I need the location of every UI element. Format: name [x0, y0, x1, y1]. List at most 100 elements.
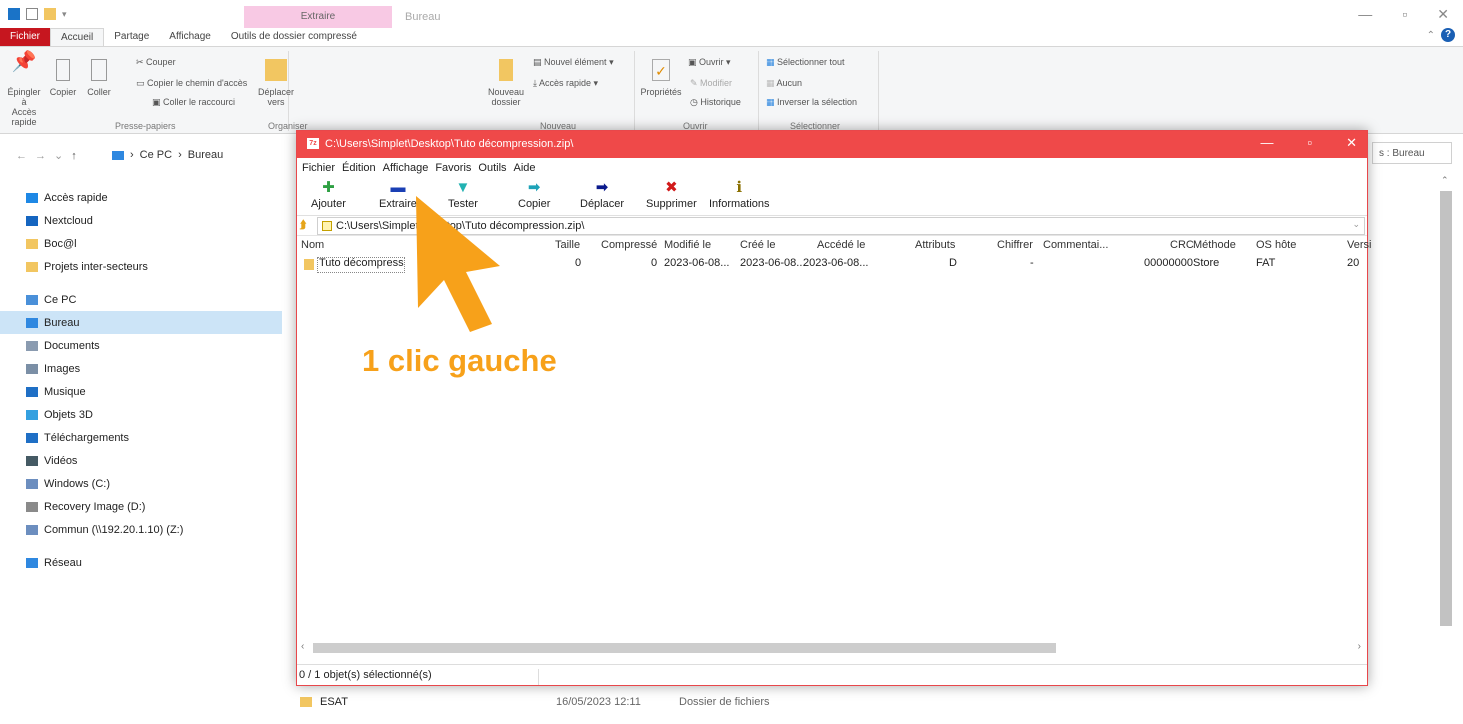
- recent-dropdown-icon[interactable]: ⌄: [54, 150, 71, 162]
- new-folder-qat-icon[interactable]: [44, 8, 56, 20]
- add-button[interactable]: ✚ Ajouter: [311, 178, 346, 210]
- sidebar-item[interactable]: Accès rapide: [16, 186, 282, 209]
- maximize-icon[interactable]: ▫: [1402, 6, 1407, 23]
- chevron-down-icon[interactable]: ⌄: [1352, 219, 1360, 230]
- new-item-button[interactable]: ▤ Nouvel élément ▾: [533, 57, 614, 68]
- tab-accueil[interactable]: Accueil: [50, 28, 105, 46]
- cell-name[interactable]: Tuto décompress: [319, 257, 404, 269]
- maximize-icon[interactable]: ▫: [1307, 135, 1312, 151]
- tab-partage[interactable]: Partage: [104, 28, 159, 46]
- sidebar-item[interactable]: Documents: [16, 334, 282, 357]
- tab-outils-dossier-compresse[interactable]: Outils de dossier compressé: [221, 28, 367, 46]
- sidebar-item[interactable]: Commun (\\192.20.1.10) (Z:): [16, 518, 282, 541]
- back-arrow-icon[interactable]: ←: [16, 150, 35, 162]
- copy-button[interactable]: ➡ Copier: [518, 178, 550, 210]
- tab-affichage[interactable]: Affichage: [159, 28, 221, 46]
- column-header[interactable]: Méthode: [1193, 239, 1236, 251]
- close-icon[interactable]: ✕: [1437, 6, 1449, 23]
- menu-edition[interactable]: Édition: [342, 162, 376, 174]
- up-arrow-icon[interactable]: ↑: [71, 150, 85, 162]
- column-header[interactable]: Commentai...: [1043, 239, 1108, 251]
- breadcrumb-item[interactable]: Bureau: [188, 149, 223, 161]
- sidebar-item[interactable]: Recovery Image (D:): [16, 495, 282, 518]
- easy-access-button[interactable]: ⤓ Accès rapide ▾: [533, 78, 598, 89]
- move-to-button[interactable]: Déplacer vers: [258, 57, 294, 107]
- sidebar-item-label: Boc@l: [44, 237, 77, 250]
- pin-quick-access-button[interactable]: 📌 Épingler à Accès rapide: [4, 52, 44, 127]
- horizontal-scrollbar[interactable]: ‹ ›: [297, 640, 1367, 656]
- forward-arrow-icon[interactable]: →: [35, 150, 54, 162]
- move-button[interactable]: ➡ Déplacer: [580, 178, 624, 210]
- menu-favoris[interactable]: Favoris: [435, 162, 471, 174]
- sidebar-item[interactable]: Nextcloud: [16, 209, 282, 232]
- sidebar-item[interactable]: Images: [16, 357, 282, 380]
- copy-path-button[interactable]: ▭ Copier le chemin d'accès: [136, 78, 247, 89]
- tutorial-arrow-icon: [416, 196, 500, 332]
- tab-fichier[interactable]: Fichier: [0, 28, 51, 46]
- minimize-icon[interactable]: —: [1260, 135, 1273, 151]
- sidebar-item[interactable]: Vidéos: [16, 449, 282, 472]
- paste-shortcut-icon: ▣: [152, 97, 164, 107]
- sidebar-item[interactable]: Projets inter-secteurs: [16, 255, 282, 278]
- close-icon[interactable]: ✕: [1346, 135, 1357, 151]
- column-header[interactable]: Chiffrer: [997, 239, 1033, 251]
- menu-aide[interactable]: Aide: [514, 162, 536, 174]
- history-button[interactable]: ◷ Historique: [690, 97, 741, 108]
- properties-qat-icon[interactable]: [26, 8, 38, 20]
- paste-button[interactable]: Coller: [82, 57, 116, 97]
- sidebar-item[interactable]: Musique: [16, 380, 282, 403]
- up-folder-icon[interactable]: ⮭: [300, 219, 307, 232]
- minimize-icon[interactable]: —: [1358, 6, 1372, 23]
- column-header[interactable]: CRC: [1170, 239, 1194, 251]
- scroll-right-icon[interactable]: ›: [1358, 641, 1361, 652]
- open-button[interactable]: ▣ Ouvrir ▾: [688, 57, 731, 68]
- help-icon[interactable]: ?: [1441, 28, 1455, 42]
- sidebar-item[interactable]: Téléchargements: [16, 426, 282, 449]
- info-button[interactable]: ℹ Informations: [709, 178, 770, 210]
- vertical-scrollbar[interactable]: ⌃: [1437, 175, 1455, 720]
- sidebar-item[interactable]: Boc@l: [16, 232, 282, 255]
- cut-button[interactable]: ✂ Couper: [136, 57, 176, 68]
- move-arrow-icon: ➡: [595, 179, 609, 196]
- column-header[interactable]: Versi: [1347, 239, 1371, 251]
- cube-icon: [26, 409, 38, 420]
- properties-button[interactable]: ✓ Propriétés: [638, 57, 684, 97]
- paste-shortcut-button[interactable]: ▣ Coller le raccourci: [152, 97, 235, 108]
- column-header[interactable]: Taille: [555, 239, 580, 251]
- menu-outils[interactable]: Outils: [478, 162, 506, 174]
- menu-fichier[interactable]: Fichier: [302, 162, 335, 174]
- scroll-left-icon[interactable]: ‹: [301, 641, 304, 652]
- scrollbar-thumb[interactable]: [1440, 191, 1452, 626]
- breadcrumb-item[interactable]: Ce PC: [140, 149, 172, 161]
- scroll-up-icon[interactable]: ⌃: [1441, 175, 1449, 186]
- column-header[interactable]: Accédé le: [817, 239, 865, 251]
- ribbon-tabs: Fichier Accueil Partage Affichage Outils…: [0, 28, 1463, 46]
- sidebar-item[interactable]: Windows (C:): [16, 472, 282, 495]
- column-header[interactable]: Compressé: [601, 239, 657, 251]
- column-header[interactable]: Modifié le: [664, 239, 711, 251]
- list-item[interactable]: ESAT 16/05/2023 12:11 Dossier de fichier…: [300, 692, 900, 712]
- select-none-button[interactable]: ▦ Aucun: [766, 78, 802, 89]
- edit-button[interactable]: ✎ Modifier: [690, 78, 732, 89]
- column-header[interactable]: Nom: [301, 239, 324, 251]
- delete-button[interactable]: ✖ Supprimer: [646, 178, 697, 210]
- qat-dropdown-icon[interactable]: ▾: [62, 9, 67, 20]
- sidebar-item[interactable]: Réseau: [16, 551, 282, 574]
- column-header[interactable]: OS hôte: [1256, 239, 1296, 251]
- scrollbar-thumb[interactable]: [313, 643, 1056, 653]
- column-header[interactable]: Créé le: [740, 239, 775, 251]
- sidebar-item[interactable]: Ce PC: [16, 288, 282, 311]
- cell-attributes: D: [949, 257, 957, 269]
- invert-selection-button[interactable]: ▦ Inverser la sélection: [766, 97, 857, 108]
- select-all-button[interactable]: ▦ Sélectionner tout: [766, 57, 845, 68]
- menu-affichage[interactable]: Affichage: [383, 162, 429, 174]
- ribbon-collapse-icon[interactable]: ⌃: [1427, 30, 1435, 41]
- sidebar-item[interactable]: Objets 3D: [16, 403, 282, 426]
- column-header[interactable]: Attributs: [915, 239, 955, 251]
- search-input[interactable]: s : Bureau: [1372, 142, 1452, 164]
- network-drive-icon: [26, 524, 38, 535]
- copy-button[interactable]: Copier: [46, 57, 80, 97]
- new-folder-button[interactable]: Nouveau dossier: [486, 57, 526, 107]
- sidebar-item[interactable]: Bureau: [0, 311, 282, 334]
- breadcrumb[interactable]: › Ce PC › Bureau: [112, 149, 223, 161]
